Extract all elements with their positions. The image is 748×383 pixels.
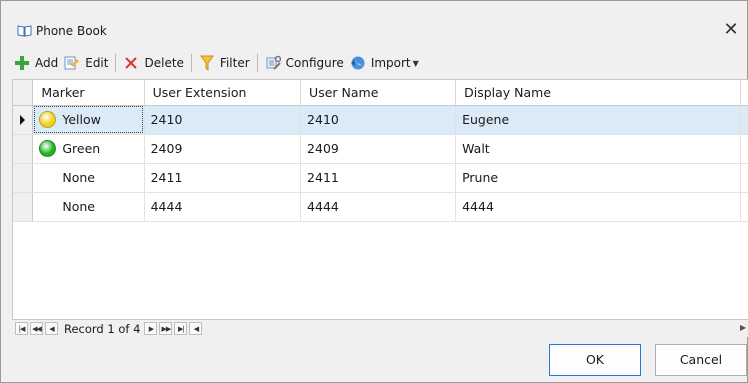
- row-indicator[interactable]: [13, 134, 33, 163]
- row-indicator[interactable]: [13, 192, 33, 221]
- table-row[interactable]: None 4444 4444 4444: [13, 192, 748, 221]
- ok-button[interactable]: OK: [549, 344, 641, 376]
- grid-body: Yellow 2410 2410 Eugene Green 2409 2409 Walt Non…: [13, 105, 748, 221]
- marker-cell[interactable]: Yellow: [33, 105, 144, 134]
- user-extension-cell[interactable]: 2409: [144, 134, 300, 163]
- user-name-cell[interactable]: 2410: [301, 105, 456, 134]
- marker-cell[interactable]: Green: [33, 134, 144, 163]
- column-header-user-name[interactable]: User Name: [301, 80, 456, 105]
- grid-filler-header: [741, 80, 748, 105]
- record-navigator: |◀ ◀◀ ◀ Record 1 of 4 ▶ ▶▶ ▶| ◀ ▶: [12, 319, 748, 337]
- book-icon: [17, 25, 32, 37]
- configure-button[interactable]: Configure: [262, 52, 347, 74]
- grid-filler-cell: [741, 134, 748, 163]
- user-name-cell[interactable]: 4444: [301, 192, 456, 221]
- marker-value: None: [39, 169, 143, 186]
- display-name-cell[interactable]: 4444: [456, 192, 741, 221]
- marker-value: None: [39, 198, 143, 215]
- last-record-icon[interactable]: ▶|: [174, 322, 187, 335]
- column-header-display-name[interactable]: Display Name: [456, 80, 741, 105]
- toolbar: Add Edit Delete Filter Configure Import …: [1, 49, 747, 77]
- grid-table: Marker User Extension User Name Display …: [13, 80, 748, 222]
- user-extension-cell[interactable]: 2410: [144, 105, 300, 134]
- add-button[interactable]: Add: [11, 52, 61, 74]
- toolbar-separator: [257, 54, 258, 72]
- display-name-cell[interactable]: Eugene: [456, 105, 741, 134]
- table-row[interactable]: Yellow 2410 2410 Eugene: [13, 105, 748, 134]
- phone-book-dialog: Phone Book ✕ Add Edit Delete Filter Conf…: [0, 0, 748, 383]
- filter-button-label: Filter: [220, 56, 250, 70]
- marker-label: Yellow: [62, 112, 100, 127]
- table-row[interactable]: None 2411 2411 Prune: [13, 163, 748, 192]
- grid-filler-cell: [741, 192, 748, 221]
- marker-cell[interactable]: None: [33, 192, 144, 221]
- window-title: Phone Book: [36, 24, 107, 38]
- dropdown-caret-icon: ▼: [413, 59, 419, 68]
- marker-label: None: [62, 170, 95, 185]
- plus-icon: [14, 55, 30, 71]
- edit-button[interactable]: Edit: [61, 52, 111, 74]
- import-button-label: Import: [371, 56, 411, 70]
- marker-dot-icon: [39, 198, 56, 215]
- marker-label: Green: [62, 141, 100, 156]
- marker-value: Green: [39, 140, 143, 157]
- marker-dot-icon: [39, 140, 56, 157]
- current-row-arrow-icon: [20, 115, 25, 125]
- user-extension-cell[interactable]: 2411: [144, 163, 300, 192]
- configure-tools-icon: [265, 55, 281, 71]
- grid-filler-cell: [741, 163, 748, 192]
- scroll-left-icon[interactable]: ◀: [189, 322, 202, 335]
- delete-button-label: Delete: [144, 56, 183, 70]
- next-page-icon[interactable]: ▶▶: [159, 322, 172, 335]
- add-button-label: Add: [35, 56, 58, 70]
- display-name-cell[interactable]: Prune: [456, 163, 741, 192]
- toolbar-separator: [115, 54, 116, 72]
- marker-label: None: [62, 199, 95, 214]
- configure-button-label: Configure: [286, 56, 344, 70]
- delete-button[interactable]: Delete: [120, 52, 186, 74]
- user-name-cell[interactable]: 2411: [301, 163, 456, 192]
- close-button[interactable]: ✕: [716, 18, 746, 42]
- marker-dot-icon: [39, 111, 56, 128]
- delete-x-icon: [123, 55, 139, 71]
- marker-cell[interactable]: None: [33, 163, 144, 192]
- record-counter: Record 1 of 4: [64, 322, 140, 336]
- previous-page-icon[interactable]: ◀◀: [30, 322, 43, 335]
- cancel-button[interactable]: Cancel: [655, 344, 747, 376]
- phone-book-grid: Marker User Extension User Name Display …: [12, 79, 748, 319]
- user-extension-cell[interactable]: 4444: [144, 192, 300, 221]
- table-row[interactable]: Green 2409 2409 Walt: [13, 134, 748, 163]
- grid-header-row: Marker User Extension User Name Display …: [13, 80, 748, 105]
- scroll-right-icon[interactable]: ▶: [740, 323, 746, 332]
- previous-record-icon[interactable]: ◀: [45, 322, 58, 335]
- filter-button[interactable]: Filter: [196, 52, 253, 74]
- column-header-user-extension[interactable]: User Extension: [144, 80, 300, 105]
- filter-funnel-icon: [199, 55, 215, 71]
- user-name-cell[interactable]: 2409: [301, 134, 456, 163]
- toolbar-separator: [191, 54, 192, 72]
- first-record-icon[interactable]: |◀: [15, 322, 28, 335]
- edit-button-label: Edit: [85, 56, 108, 70]
- import-dropdown-button[interactable]: Import ▼: [347, 52, 422, 74]
- row-indicator-header: [13, 80, 33, 105]
- grid-filler-cell: [741, 105, 748, 134]
- marker-dot-icon: [39, 169, 56, 186]
- next-record-icon[interactable]: ▶: [144, 322, 157, 335]
- import-globe-icon: [350, 55, 366, 71]
- row-indicator[interactable]: [13, 163, 33, 192]
- display-name-cell[interactable]: Walt: [456, 134, 741, 163]
- column-header-marker[interactable]: Marker: [33, 80, 144, 105]
- row-indicator[interactable]: [13, 105, 33, 134]
- title-bar: Phone Book ✕: [1, 1, 747, 49]
- marker-value: Yellow: [39, 111, 143, 128]
- edit-icon: [64, 55, 80, 71]
